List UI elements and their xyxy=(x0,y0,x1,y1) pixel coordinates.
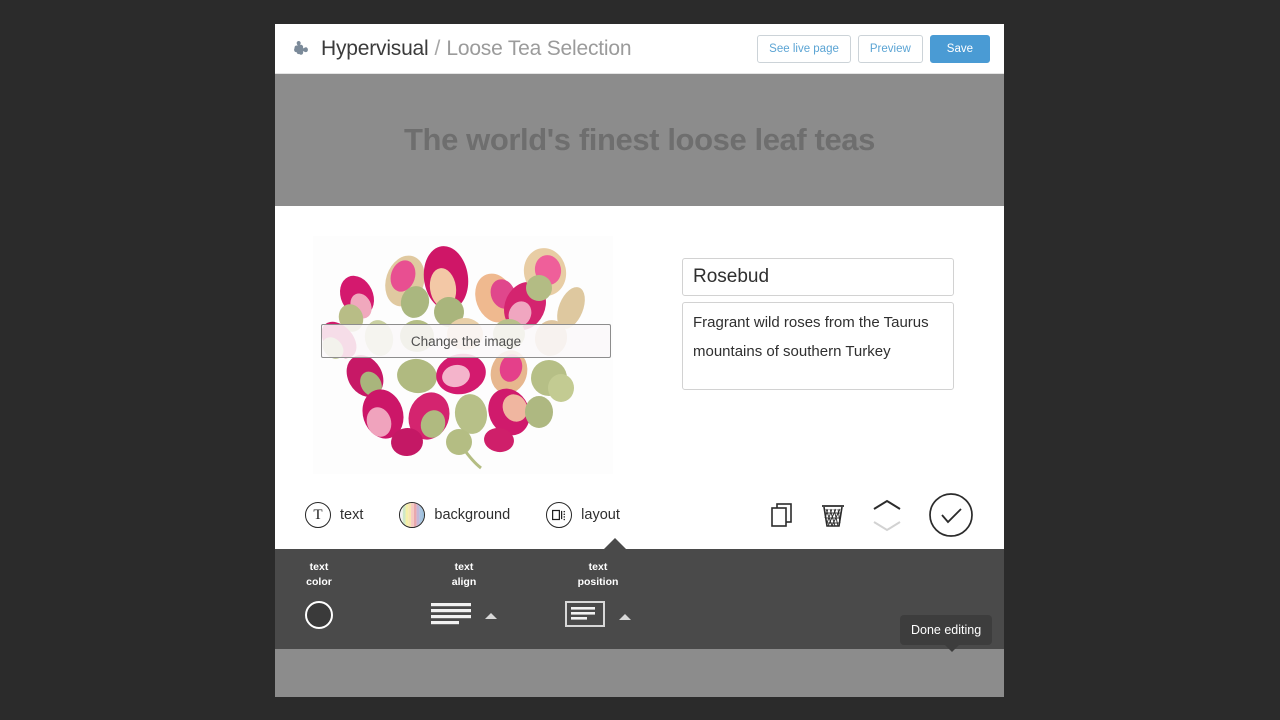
option-text-align: text align xyxy=(431,560,497,630)
bottom-content-block[interactable] xyxy=(275,649,1004,697)
editable-content-block: Change the image Rosebud Fragrant wild r… xyxy=(275,206,1004,549)
done-editing-tooltip: Done editing xyxy=(900,615,992,645)
option-text-position-line1: text xyxy=(589,561,608,573)
text-color-swatch[interactable] xyxy=(305,601,333,629)
option-text-color-line1: text xyxy=(310,561,329,573)
position-dropdown-caret[interactable] xyxy=(619,614,631,620)
option-text-align-label: text align xyxy=(452,560,477,589)
tab-text-label: text xyxy=(340,507,363,523)
hero-banner[interactable]: The world's finest loose leaf teas xyxy=(275,74,1004,206)
tab-layout[interactable]: layout xyxy=(546,502,620,528)
change-image-label: Change the image xyxy=(411,334,521,349)
option-text-position-line2: position xyxy=(578,576,619,588)
page-title: Loose Tea Selection xyxy=(446,37,631,61)
title-input[interactable]: Rosebud xyxy=(682,258,954,296)
move-controls xyxy=(872,499,902,532)
option-text-align-control xyxy=(431,601,497,630)
option-text-position-control xyxy=(565,601,631,632)
align-left-icon[interactable] xyxy=(431,601,471,630)
hero-title: The world's finest loose leaf teas xyxy=(404,122,875,158)
option-text-color-label: text color xyxy=(306,560,332,589)
color-swatch-icon xyxy=(399,502,425,528)
chevron-up-icon[interactable] xyxy=(872,499,902,511)
save-button[interactable]: Save xyxy=(930,35,990,63)
breadcrumb: Hypervisual / Loose Tea Selection xyxy=(321,37,631,61)
see-live-page-button[interactable]: See live page xyxy=(757,35,851,63)
change-image-button[interactable]: Change the image xyxy=(321,324,611,358)
position-left-icon[interactable] xyxy=(565,601,605,632)
option-text-position-label: text position xyxy=(578,560,619,589)
option-text-color-control xyxy=(305,601,333,629)
active-tab-pointer xyxy=(604,538,626,549)
option-text-align-line2: align xyxy=(452,576,477,588)
breadcrumb-separator: / xyxy=(435,37,441,61)
tab-background[interactable]: background xyxy=(399,502,510,528)
chevron-down-icon[interactable] xyxy=(872,520,902,532)
trash-icon[interactable] xyxy=(820,501,846,529)
tooltip-arrow xyxy=(944,644,960,652)
option-text-align-line1: text xyxy=(455,561,474,573)
align-dropdown-caret[interactable] xyxy=(485,613,497,619)
check-circle-icon[interactable] xyxy=(928,492,974,538)
layout-columns-icon xyxy=(546,502,572,528)
option-text-color-line2: color xyxy=(306,576,332,588)
block-actions xyxy=(770,492,974,538)
option-text-color: text color xyxy=(305,560,333,629)
block-toolbar: T text xyxy=(275,481,1004,549)
tab-background-label: background xyxy=(434,507,510,523)
editor-window: Hypervisual / Loose Tea Selection See li… xyxy=(275,24,1004,697)
brand-name[interactable]: Hypervisual xyxy=(321,37,429,61)
hypervisual-logo-icon xyxy=(291,39,311,59)
option-text-position: text position xyxy=(565,560,631,632)
duplicate-icon[interactable] xyxy=(770,502,794,528)
tooltip-label: Done editing xyxy=(911,623,981,637)
app-header: Hypervisual / Loose Tea Selection See li… xyxy=(275,24,1004,74)
tab-text[interactable]: T text xyxy=(305,502,363,528)
description-input[interactable]: Fragrant wild roses from the Taurus moun… xyxy=(682,302,954,390)
text-T-icon: T xyxy=(305,502,331,528)
header-actions: See live page Preview Save xyxy=(757,35,990,63)
tab-layout-label: layout xyxy=(581,507,620,523)
text-options-bar: text color text align xyxy=(275,549,1004,649)
preview-button[interactable]: Preview xyxy=(858,35,923,63)
